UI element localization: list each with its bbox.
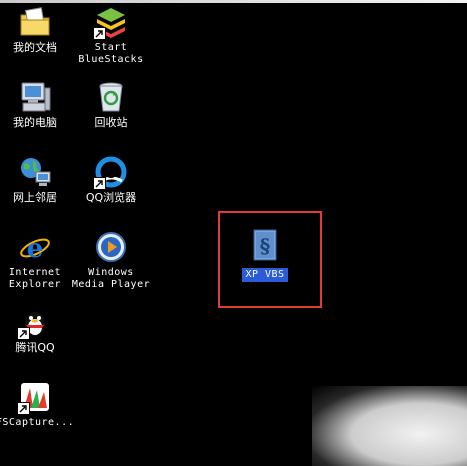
icon-label: Windows Media Player [71, 267, 151, 290]
corner-watermark-overlay [312, 386, 467, 466]
desktop-icon-my-computer[interactable]: 我的电脑 [0, 80, 75, 129]
svg-text:e: e [27, 234, 44, 264]
desktop-icon-tencent-qq[interactable]: 腾讯QQ [0, 305, 75, 354]
icon-label-selected: XP VBS [242, 268, 288, 282]
recycle-bin-icon [94, 80, 128, 114]
shortcut-arrow-icon [17, 327, 30, 340]
top-edge-strip [0, 0, 467, 3]
desktop-icon-my-documents[interactable]: 我的文档 [0, 5, 75, 54]
desktop-icon-internet-explorer[interactable]: e Internet Explorer [0, 230, 75, 291]
desktop-icon-qq-browser[interactable]: QQ浏览器 [71, 155, 151, 204]
internet-explorer-icon: e [18, 230, 52, 264]
icon-label: Start BlueStacks [78, 42, 144, 65]
desktop: 我的文档 Start BlueStacks 我的电脑 回收站 网上邻居 QQ浏览… [0, 0, 467, 466]
icon-label: 我的电脑 [13, 116, 57, 129]
icon-label: 回收站 [94, 116, 128, 129]
desktop-icon-windows-media-player[interactable]: Windows Media Player [71, 230, 151, 291]
icon-label: 腾讯QQ [15, 341, 55, 354]
icon-label: 我的文档 [13, 41, 57, 54]
desktop-icon-start-bluestacks[interactable]: Start BlueStacks [71, 5, 151, 66]
shortcut-arrow-icon [93, 27, 106, 40]
icon-label: QQ浏览器 [85, 191, 137, 204]
icon-label: 网上邻居 [13, 191, 57, 204]
icon-label: Internet Explorer [8, 267, 62, 290]
shortcut-arrow-icon [17, 402, 30, 415]
desktop-icon-network-places[interactable]: 网上邻居 [0, 155, 75, 204]
shortcut-arrow-icon [93, 177, 106, 190]
desktop-icon-xp-vbs[interactable]: § XP VBS [225, 228, 305, 282]
my-computer-icon [18, 80, 52, 114]
svg-text:§: § [260, 234, 270, 258]
my-documents-icon [18, 5, 52, 39]
desktop-icon-fscapture[interactable]: FSCapture... [0, 380, 75, 429]
icon-label: FSCapture... [0, 417, 75, 428]
vbs-script-icon: § [248, 228, 282, 262]
fscapture-icon [17, 380, 52, 415]
qq-browser-icon [93, 155, 128, 190]
desktop-icon-recycle-bin[interactable]: 回收站 [71, 80, 151, 129]
bluestacks-icon [93, 5, 128, 40]
windows-media-player-icon [94, 230, 128, 264]
tencent-qq-icon [17, 305, 52, 340]
network-places-icon [18, 155, 52, 189]
